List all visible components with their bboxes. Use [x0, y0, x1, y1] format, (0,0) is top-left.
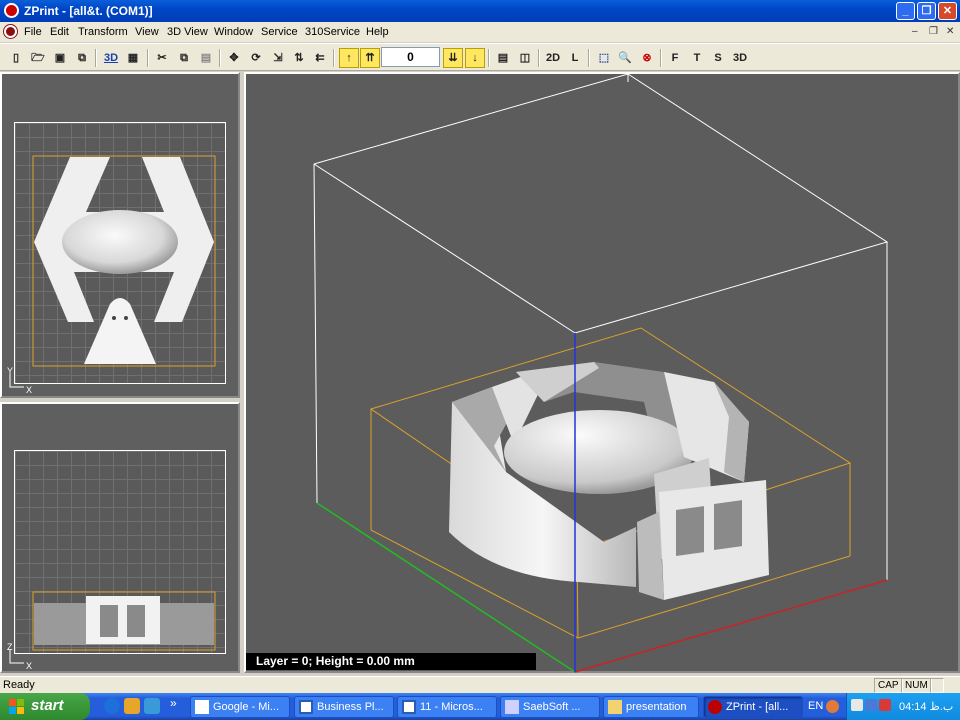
view-f-button[interactable]: F [665, 48, 685, 68]
word-icon [299, 700, 313, 714]
layer-top-icon[interactable]: ⇈ [360, 48, 380, 68]
view-3d-button[interactable]: 3D [730, 48, 750, 68]
zprint-icon [708, 700, 722, 714]
quicklaunch-more-icon[interactable]: » [170, 696, 177, 710]
align-icon[interactable]: ⇇ [310, 48, 330, 68]
title-bar: ZPrint - [all&t. (COM1)] _ ❐ ✕ [0, 0, 960, 22]
mdi-close-button[interactable]: ✕ [946, 26, 954, 37]
task-business-plan[interactable]: Business Pl... [294, 696, 394, 718]
top-axis-icon [9, 374, 24, 388]
open-icon[interactable]: 🗁 [28, 48, 48, 68]
layer-number-input[interactable]: 0 [381, 47, 440, 67]
outlook-quicklaunch-icon[interactable] [144, 698, 160, 714]
view-2d-button[interactable]: 2D [543, 48, 563, 68]
layer-up-icon[interactable]: ↑ [339, 48, 359, 68]
windows-logo-icon [9, 699, 24, 714]
minimize-button[interactable]: _ [896, 2, 915, 20]
media-quicklaunch-icon[interactable] [124, 698, 140, 714]
task-zprint[interactable]: ZPrint - [all... [703, 696, 803, 718]
mdi-restore-button[interactable]: ❐ [929, 26, 938, 37]
volume-icon[interactable] [879, 699, 891, 711]
system-tray: 04:14 ب.ظ [846, 693, 960, 720]
language-indicator[interactable]: EN [808, 700, 823, 712]
copy-icon[interactable]: ⧉ [174, 48, 194, 68]
3d-print-icon[interactable]: 3D [101, 48, 121, 68]
paste-icon[interactable]: ▤ [196, 48, 216, 68]
task-presentation[interactable]: presentation [603, 696, 699, 718]
cube-icon[interactable]: ⬚ [594, 48, 614, 68]
status-bar: Ready CAP NUM [0, 676, 960, 693]
caps-lock-indicator: CAP [874, 678, 903, 693]
layer-height-readout: Layer = 0; Height = 0.00 mm [246, 653, 536, 670]
setup-icon[interactable]: ▦ [123, 48, 143, 68]
clock[interactable]: 04:14 ب.ظ [899, 700, 953, 713]
maximize-button[interactable]: ❐ [917, 2, 936, 20]
menu-service[interactable]: Service [261, 26, 298, 38]
start-label: start [31, 697, 64, 714]
box-icon[interactable]: ◫ [515, 48, 535, 68]
task-microsoft-word[interactable]: 11 - Micros... [397, 696, 497, 718]
zprint-app-icon[interactable] [4, 3, 19, 18]
cut-icon[interactable]: ✂ [152, 48, 172, 68]
top-view-pane[interactable]: Y X [0, 72, 240, 398]
window-title: ZPrint - [all&t. (COM1)] [24, 4, 153, 18]
menu-window[interactable]: Window [214, 26, 253, 38]
zoom-icon[interactable]: 🔍 [615, 48, 635, 68]
export-icon[interactable]: ⧉ [72, 48, 92, 68]
app-icon [505, 700, 519, 714]
toolbar: ▯ 🗁 ▣ ⧉ 3D ▦ ✂ ⧉ ▤ ✥ ⟳ ⇲ ⇅ ⇇ ↑ ⇈ ⇊ ↓ ▤ ◫… [0, 43, 960, 71]
menu-view[interactable]: View [135, 26, 159, 38]
menu-file[interactable]: File [24, 26, 42, 38]
3d-view-pane[interactable] [244, 72, 960, 673]
scroll-lock-indicator [930, 678, 944, 693]
front-view-pane[interactable]: Z X [0, 402, 240, 673]
view-s-button[interactable]: S [708, 48, 728, 68]
reset-view-icon[interactable]: ⊗ [637, 48, 657, 68]
close-button[interactable]: ✕ [938, 2, 957, 20]
word-icon [402, 700, 416, 714]
menu-3d-view[interactable]: 3D View [167, 26, 208, 38]
save-icon[interactable]: ▣ [50, 48, 70, 68]
rotate-icon[interactable]: ⟳ [246, 48, 266, 68]
menu-edit[interactable]: Edit [50, 26, 69, 38]
top-view-model [32, 155, 216, 367]
start-button[interactable]: start [0, 693, 90, 720]
network-icon[interactable] [851, 699, 863, 711]
view-l-button[interactable]: L [565, 48, 585, 68]
browser-icon [195, 700, 209, 714]
scale-icon[interactable]: ⇲ [268, 48, 288, 68]
view-t-button[interactable]: T [687, 48, 707, 68]
num-lock-indicator: NUM [901, 678, 932, 693]
printer-icon[interactable] [865, 699, 877, 711]
menu-transform[interactable]: Transform [78, 26, 128, 38]
new-icon[interactable]: ▯ [6, 48, 26, 68]
task-google[interactable]: Google - Mi... [190, 696, 290, 718]
mirror-icon[interactable]: ⇅ [289, 48, 309, 68]
report-icon[interactable]: ▤ [493, 48, 513, 68]
front-axis-icon [9, 650, 24, 664]
3d-build-volume [313, 73, 889, 673]
menu-310service[interactable]: 310Service [305, 26, 360, 38]
task-saebsoft[interactable]: SaebSoft ... [500, 696, 600, 718]
folder-icon [608, 700, 622, 714]
mdi-minimize-button[interactable]: – [912, 26, 918, 37]
menu-bar: File Edit Transform View 3D View Window … [0, 22, 960, 42]
layer-bottom-icon[interactable]: ↓ [465, 48, 485, 68]
status-ready: Ready [3, 679, 35, 691]
layer-down-icon[interactable]: ⇊ [443, 48, 463, 68]
tray-expand-icon[interactable] [826, 700, 839, 713]
front-view-model [32, 591, 216, 651]
document-icon[interactable] [4, 25, 17, 38]
taskbar: start » Google - Mi... Business Pl... 11… [0, 693, 960, 720]
ie-quicklaunch-icon[interactable] [104, 698, 120, 714]
move-icon[interactable]: ✥ [224, 48, 244, 68]
menu-help[interactable]: Help [366, 26, 389, 38]
